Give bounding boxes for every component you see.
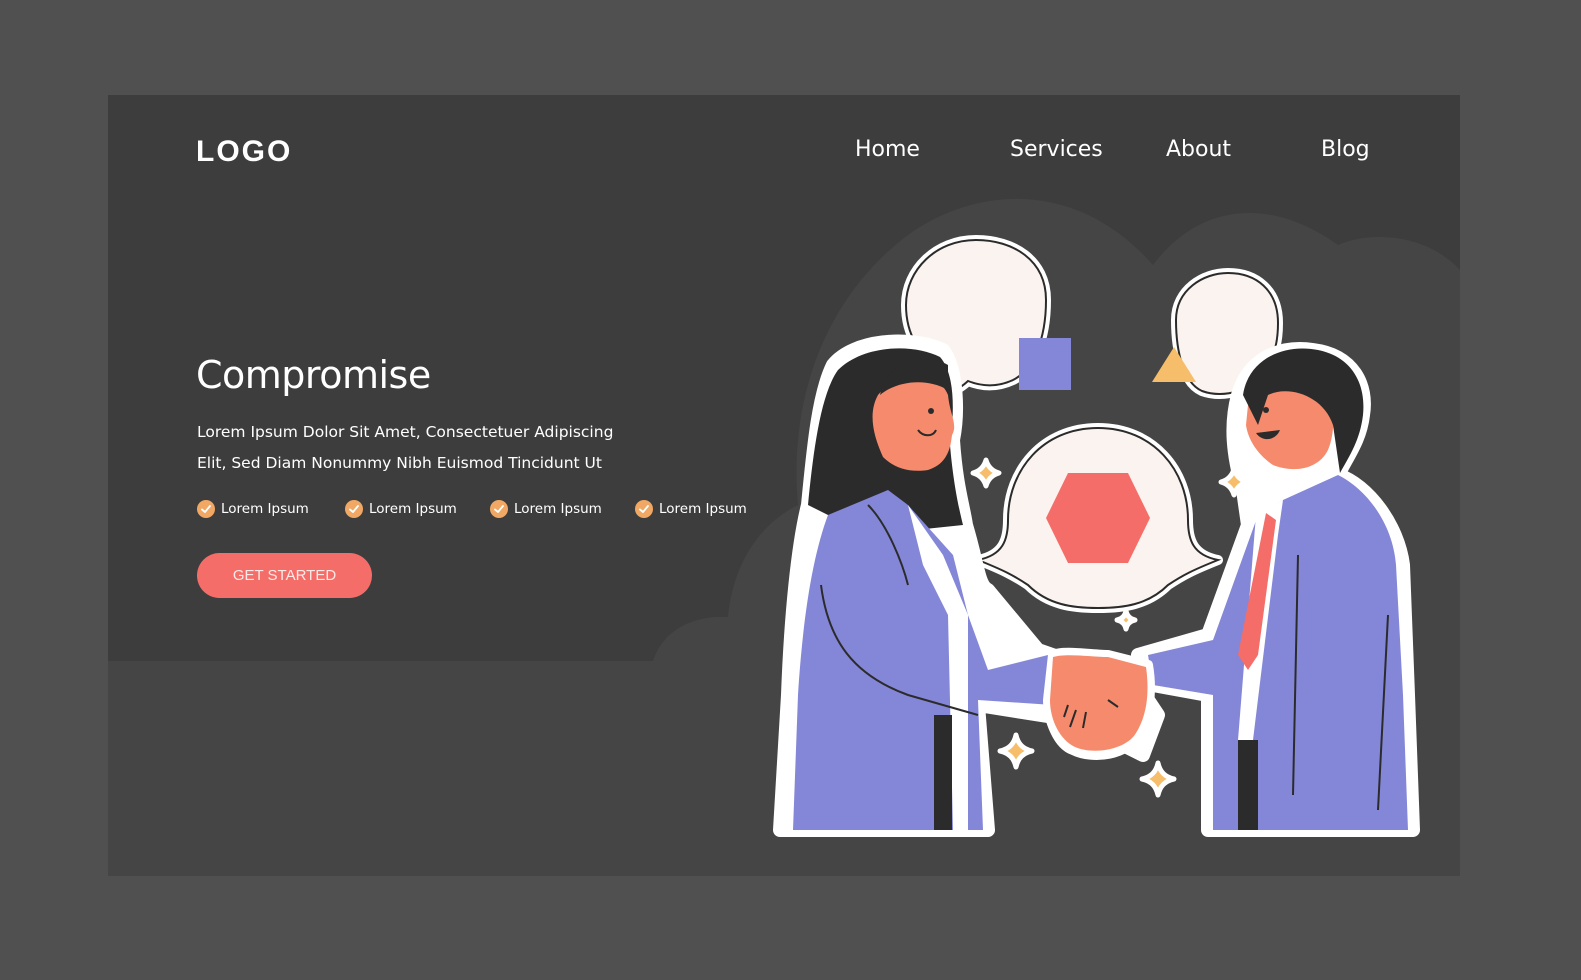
sparkle-icon xyxy=(970,457,1002,489)
sparkle-icon xyxy=(997,732,1035,770)
handshake xyxy=(1043,647,1155,760)
handshake-illustration xyxy=(773,235,1420,837)
square-icon xyxy=(1019,338,1071,390)
man-figure xyxy=(1131,342,1420,837)
sparkle-icon xyxy=(1114,608,1138,632)
sparkle-icon xyxy=(1139,760,1177,798)
hexagon-icon xyxy=(1046,473,1150,563)
speech-bubble-hexagon xyxy=(973,423,1223,613)
landing-card: LOGO Home Services About Blog Compromise… xyxy=(108,95,1460,876)
